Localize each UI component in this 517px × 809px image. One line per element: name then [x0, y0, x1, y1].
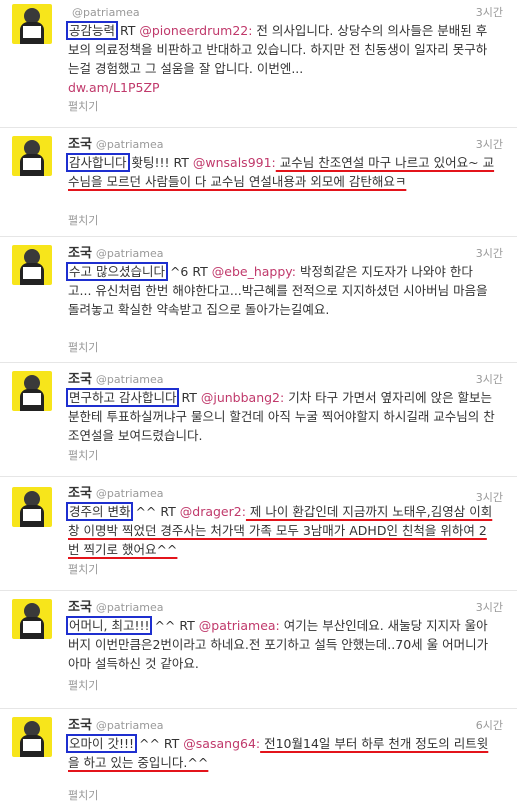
expand-link[interactable]: 펼치기 [68, 787, 98, 803]
mention-link[interactable]: @junbbang2: [201, 390, 284, 405]
highlighted-keyword: 면구하고 감사합니다 [65, 388, 180, 407]
highlighted-keyword: 감사합니다 [66, 153, 130, 172]
user-name[interactable]: 조국 [68, 600, 92, 615]
expand-link[interactable]: 펼치기 [68, 212, 98, 228]
expand-link[interactable]: 펼치기 [68, 677, 98, 693]
tweet-item: 조국 @patriamea 3시간 수고 많으셨습니다 ^6 RT @ebe_ha… [0, 236, 517, 356]
user-handle[interactable]: @patriamea [72, 6, 140, 19]
tweet-header: 조국 @patriamea [68, 485, 164, 501]
timestamp[interactable]: 6시간 [476, 717, 503, 733]
tweet-text: 면구하고 감사합니다 RT @junbbang2: 기차 타구 가면서 옆자리에… [65, 388, 495, 443]
user-name[interactable]: 조국 [68, 246, 92, 261]
user-name[interactable]: 조국 [68, 486, 92, 501]
user-handle[interactable]: @patriamea [96, 373, 164, 386]
expand-link[interactable]: 펼치기 [68, 447, 98, 463]
tweet-item: 조국 @patriamea 3시간 경주의 변화 ^^ RT @drager2: … [0, 476, 517, 584]
tweet-header: 조국 @patriamea [68, 599, 164, 615]
user-handle[interactable]: @patriamea [96, 487, 164, 500]
avatar[interactable] [12, 599, 52, 639]
mention-link[interactable]: @sasang64: [183, 736, 260, 751]
mention-link[interactable]: @ebe_happy: [212, 264, 296, 279]
avatar[interactable] [12, 4, 52, 44]
highlighted-keyword: 어머니, 최고!!! [65, 616, 153, 635]
tweet-text: 오마이 갓!!! ^^ RT @sasang64: 전10월14일 부터 하루 … [65, 734, 489, 770]
user-name[interactable]: 조국 [68, 718, 92, 733]
mention-link[interactable]: @wnsals991: [193, 155, 276, 170]
expand-link[interactable]: 펼치기 [68, 561, 98, 577]
avatar[interactable] [12, 371, 52, 411]
user-name[interactable]: 조국 [68, 372, 92, 387]
expand-link[interactable]: 펼치기 [68, 98, 98, 114]
user-handle[interactable]: @patriamea [96, 247, 164, 260]
tweet-item: @patriamea 3시간 공감능력 RT @pioneerdrum22: 전… [0, 4, 517, 122]
tweet-text: 공감능력 RT @pioneerdrum22: 전 의사입니다. 상당수의 의사… [65, 21, 488, 95]
avatar[interactable] [12, 245, 52, 285]
expand-link[interactable]: 펼치기 [68, 339, 98, 355]
highlighted-keyword: 경주의 변화 [65, 502, 134, 521]
timestamp[interactable]: 3시간 [476, 599, 503, 615]
timestamp[interactable]: 3시간 [476, 245, 503, 261]
mention-link[interactable]: @pioneerdrum22: [139, 23, 252, 38]
tweet-text: 수고 많으셨습니다 ^6 RT @ebe_happy: 박정희같은 지도자가 나… [66, 262, 488, 317]
highlighted-keyword: 오마이 갓!!! [65, 734, 138, 753]
user-handle[interactable]: @patriamea [96, 138, 164, 151]
highlighted-keyword: 공감능력 [65, 21, 119, 40]
tweet-item: 조국 @patriamea 3시간 감사합니다 홧팅!!! RT @wnsals9… [0, 127, 517, 231]
tweet-item: 조국 @patriamea 6시간 오마이 갓!!! ^^ RT @sasang6… [0, 708, 517, 809]
tweet-text: 경주의 변화 ^^ RT @drager2: 제 나이 환갑인데 지금까지 노태… [65, 502, 493, 557]
highlighted-keyword: 수고 많으셨습니다 [66, 262, 168, 281]
user-handle[interactable]: @patriamea [96, 719, 164, 732]
url-link[interactable]: dw.am/L1P5ZP [68, 80, 160, 95]
tweet-text: 감사합니다 홧팅!!! RT @wnsals991: 교수님 찬조연설 마구 나… [66, 153, 495, 189]
timestamp[interactable]: 3시간 [476, 4, 503, 20]
user-handle[interactable]: @patriamea [96, 601, 164, 614]
tweet-item: 조국 @patriamea 3시간 어머니, 최고!!! ^^ RT @patri… [0, 590, 517, 702]
tweet-item: 조국 @patriamea 3시간 면구하고 감사합니다 RT @junbbang… [0, 362, 517, 470]
mention-link[interactable]: @drager2: [180, 504, 246, 519]
tweet-header: 조국 @patriamea [68, 245, 164, 261]
tweet-text: 어머니, 최고!!! ^^ RT @patriamea: 여기는 부산인데요. … [65, 616, 489, 671]
avatar[interactable] [12, 717, 52, 757]
tweet-header: 조국 @patriamea [68, 717, 164, 733]
avatar[interactable] [12, 136, 52, 176]
timestamp[interactable]: 3시간 [476, 136, 503, 152]
tweet-header: @patriamea [68, 4, 140, 20]
mention-link[interactable]: @patriamea: [199, 618, 280, 633]
timestamp[interactable]: 3시간 [476, 371, 503, 387]
tweet-header: 조국 @patriamea [68, 136, 164, 152]
avatar[interactable] [12, 487, 52, 527]
tweet-header: 조국 @patriamea [68, 371, 164, 387]
user-name[interactable]: 조국 [68, 137, 92, 152]
